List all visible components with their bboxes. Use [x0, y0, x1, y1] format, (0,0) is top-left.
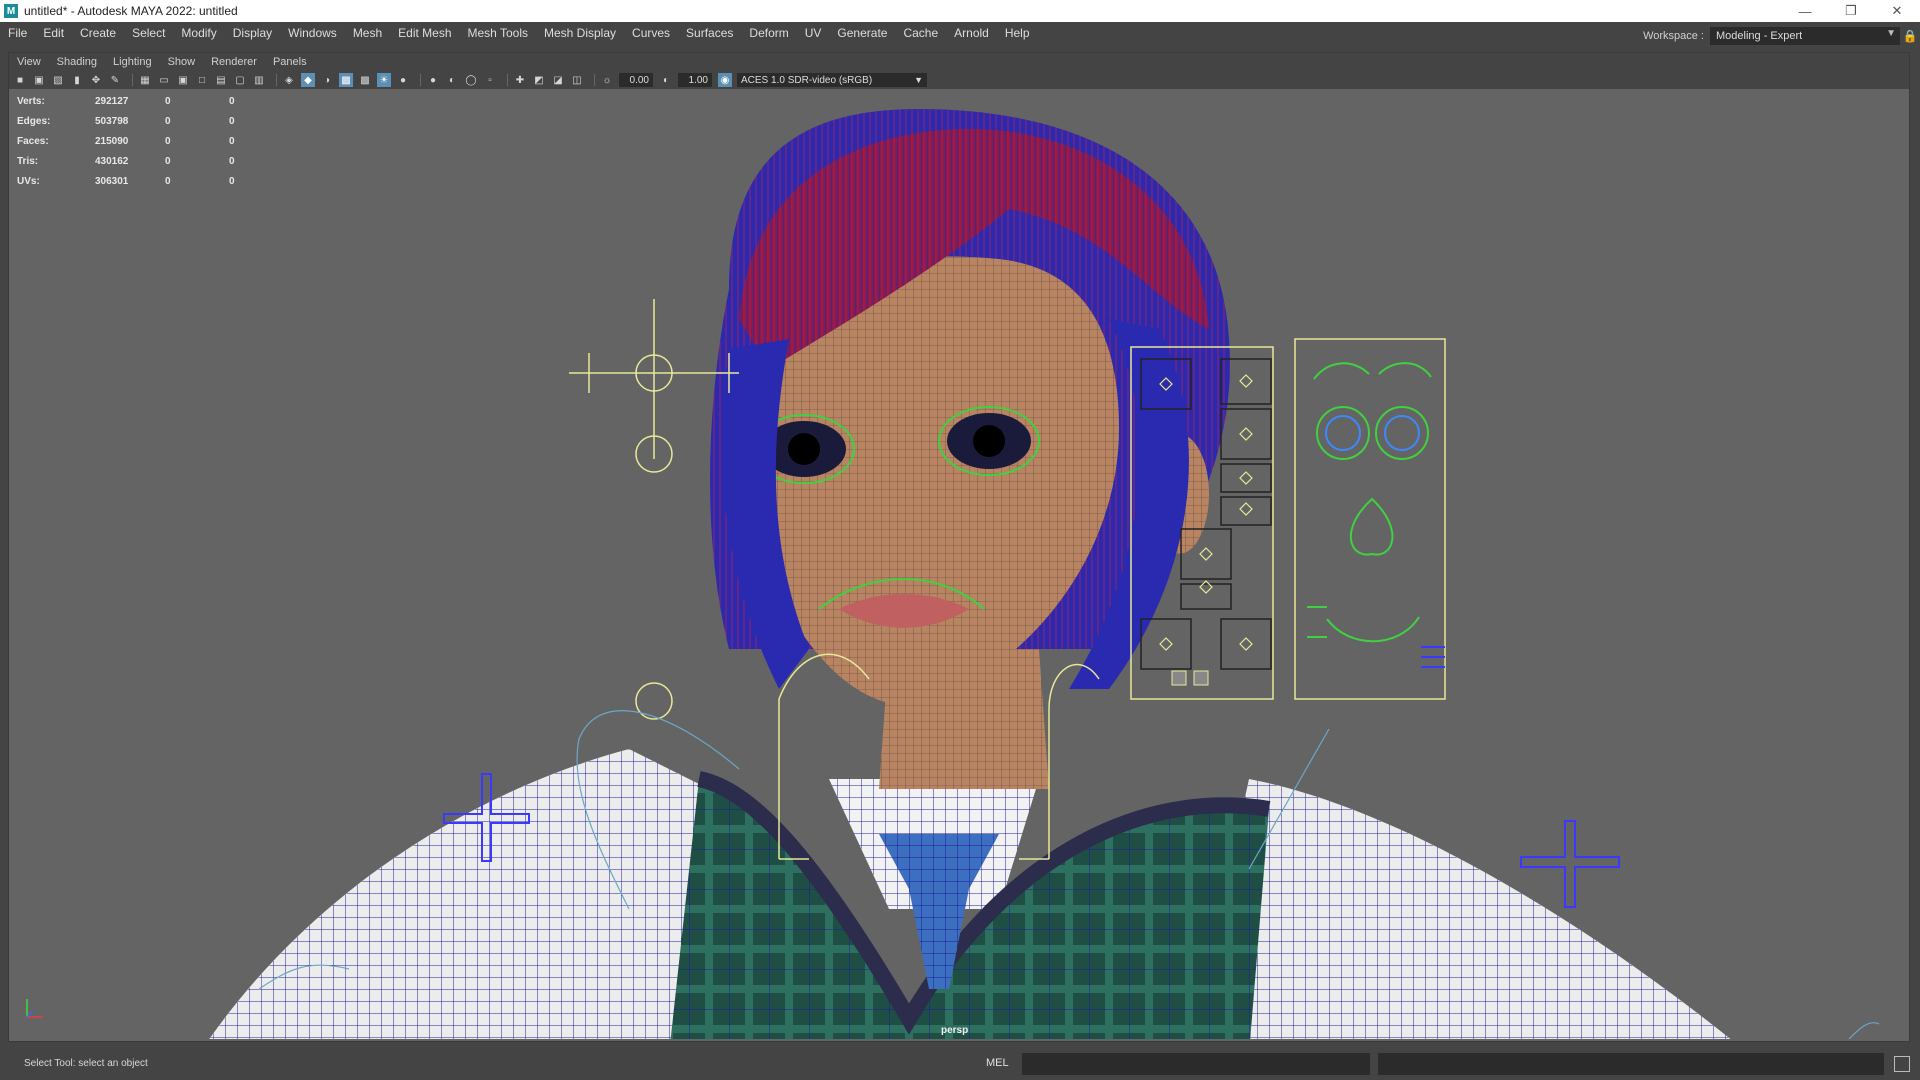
menu-surfaces[interactable]: Surfaces — [678, 26, 741, 40]
anti-aliasing-icon[interactable]: ◯ — [464, 73, 478, 87]
panel-menu-lighting[interactable]: Lighting — [105, 56, 160, 68]
script-editor-icon[interactable] — [1894, 1056, 1910, 1072]
textured-icon[interactable]: ▩ — [358, 73, 372, 87]
use-all-lights-icon[interactable]: ☀ — [377, 73, 391, 87]
2d-pan-zoom-icon[interactable]: ✥ — [89, 73, 103, 87]
image-plane-icon[interactable]: ▮ — [70, 73, 84, 87]
panel-menu-renderer[interactable]: Renderer — [203, 56, 265, 68]
panel-menu-show[interactable]: Show — [160, 56, 204, 68]
wireframe-icon[interactable]: ◈ — [282, 73, 296, 87]
panel-menu-shading[interactable]: Shading — [49, 56, 105, 68]
facial-picker-right[interactable] — [1294, 338, 1446, 700]
menu-mesh[interactable]: Mesh — [345, 26, 390, 40]
bookmarks-icon[interactable]: ▧ — [51, 73, 65, 87]
panel-menu-bar: View Shading Lighting Show Renderer Pane… — [9, 53, 1909, 71]
safe-title-icon[interactable]: ▥ — [252, 73, 266, 87]
main-menu-bar: File Edit Create Select Modify Display W… — [0, 22, 1920, 44]
grease-pencil-icon[interactable]: ✎ — [108, 73, 122, 87]
menu-cache[interactable]: Cache — [895, 26, 946, 40]
workspace-dropdown[interactable]: Modeling - Expert ▼ — [1710, 27, 1900, 45]
menu-deform[interactable]: Deform — [741, 26, 796, 40]
shadows-icon[interactable]: ● — [396, 73, 410, 87]
default-material-icon[interactable]: ◑ — [320, 73, 334, 87]
view-transform-value: ACES 1.0 SDR-video (sRGB) — [741, 74, 873, 86]
menu-arnold[interactable]: Arnold — [946, 26, 997, 40]
menu-modify[interactable]: Modify — [173, 26, 224, 40]
menu-edit[interactable]: Edit — [35, 26, 72, 40]
minimize-icon[interactable]: — — [1782, 0, 1828, 22]
toolbar-divider — [420, 74, 421, 86]
camera-name-label: persp — [941, 1025, 969, 1036]
menu-mesh-display[interactable]: Mesh Display — [536, 26, 624, 40]
help-line-text: Select Tool: select an object — [24, 1058, 148, 1069]
panel-toolbar: ■ ▣ ▧ ▮ ✥ ✎ ▦ ▭ ▣ □ ▤ ▢ ▥ ◈ ◆ ◑ ▩ ▩ ☀ ● … — [9, 71, 1909, 89]
exposure-icon[interactable]: ☼ — [600, 73, 614, 87]
view-axis-indicator — [26, 999, 43, 1018]
viewport-panel[interactable]: View Shading Lighting Show Renderer Pane… — [8, 52, 1910, 1042]
workspace-selector: Workspace : Modeling - Expert ▼ 🔒 — [1643, 22, 1920, 50]
view-transform-dropdown[interactable]: ACES 1.0 SDR-video (sRGB) ▼ — [737, 73, 927, 87]
screen-space-ao-icon[interactable]: ● — [426, 73, 440, 87]
xray-icon[interactable]: ◩ — [532, 73, 546, 87]
picker-buttons[interactable] — [1171, 670, 1209, 686]
menu-uv[interactable]: UV — [797, 26, 830, 40]
scene-render[interactable] — [9, 89, 1909, 1039]
workspace-value: Modeling - Expert — [1716, 30, 1803, 42]
menu-generate[interactable]: Generate — [829, 26, 895, 40]
chevron-down-icon: ▼ — [914, 75, 923, 85]
motion-blur-icon[interactable]: ◐ — [445, 73, 459, 87]
gamma-icon[interactable]: ◐ — [659, 73, 673, 87]
menu-windows[interactable]: Windows — [280, 26, 345, 40]
menu-select[interactable]: Select — [124, 26, 173, 40]
gamma-field[interactable]: 1.00 — [678, 73, 712, 87]
menu-file[interactable]: File — [0, 26, 35, 40]
restore-icon[interactable]: ❐ — [1828, 0, 1874, 22]
menu-curves[interactable]: Curves — [624, 26, 678, 40]
command-line-input[interactable] — [1022, 1053, 1370, 1075]
field-chart-icon[interactable]: ▤ — [214, 73, 228, 87]
menu-create[interactable]: Create — [72, 26, 124, 40]
maya-logo-icon: M — [4, 4, 18, 18]
select-camera-icon[interactable]: ■ — [13, 73, 27, 87]
depth-of-field-icon[interactable]: ▫ — [483, 73, 497, 87]
film-gate-icon[interactable]: ▭ — [157, 73, 171, 87]
gate-mask-icon[interactable]: □ — [195, 73, 209, 87]
title-bar: M untitled* - Autodesk MAYA 2022: untitl… — [0, 0, 1920, 22]
xray-active-components-icon[interactable]: ◪ — [551, 73, 565, 87]
exposure-field[interactable]: 0.00 — [619, 73, 653, 87]
wireframe-on-shaded-icon[interactable]: ▩ — [339, 73, 353, 87]
panel-menu-panels[interactable]: Panels — [265, 56, 315, 68]
safe-action-icon[interactable]: ▢ — [233, 73, 247, 87]
smooth-shade-icon[interactable]: ◆ — [301, 73, 315, 87]
window-controls: — ❐ ✕ — [1782, 0, 1920, 22]
menu-mesh-tools[interactable]: Mesh Tools — [460, 26, 536, 40]
window-title: untitled* - Autodesk MAYA 2022: untitled — [24, 4, 238, 18]
menu-display[interactable]: Display — [225, 26, 280, 40]
help-line-bar: Select Tool: select an object MEL — [0, 1042, 1920, 1080]
toolbar-divider — [132, 74, 133, 86]
color-management-icon[interactable]: ◉ — [718, 73, 732, 87]
command-result-field — [1378, 1053, 1884, 1075]
xray-joints-icon[interactable]: ◫ — [570, 73, 584, 87]
toolbar-divider — [507, 74, 508, 86]
menu-help[interactable]: Help — [997, 26, 1038, 40]
chevron-down-icon: ▼ — [1886, 28, 1896, 39]
camera-attributes-icon[interactable]: ▣ — [32, 73, 46, 87]
toolbar-divider — [276, 74, 277, 86]
close-icon[interactable]: ✕ — [1874, 0, 1920, 22]
right-shoulder-control[interactable] — [1520, 820, 1620, 908]
workspace-label: Workspace : — [1643, 30, 1704, 42]
toolbar-divider — [594, 74, 595, 86]
lock-icon[interactable]: 🔒 — [1900, 29, 1920, 43]
grid-icon[interactable]: ▦ — [138, 73, 152, 87]
menu-edit-mesh[interactable]: Edit Mesh — [390, 26, 459, 40]
panel-menu-view[interactable]: View — [9, 56, 49, 68]
isolate-select-icon[interactable]: ✚ — [513, 73, 527, 87]
command-language-toggle[interactable]: MEL — [986, 1057, 1009, 1069]
resolution-gate-icon[interactable]: ▣ — [176, 73, 190, 87]
